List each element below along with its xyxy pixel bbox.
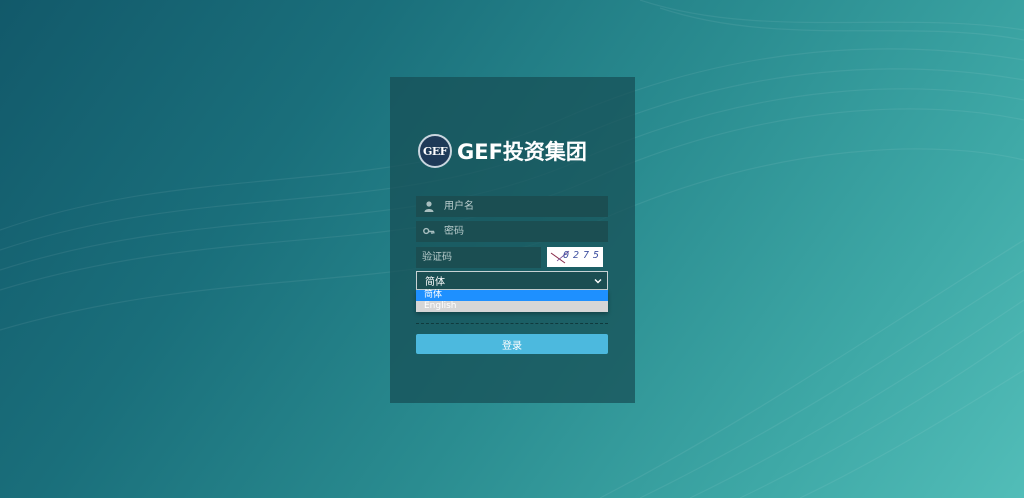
captcha-input[interactable] [422, 247, 532, 268]
password-input[interactable] [444, 221, 594, 242]
language-option-english[interactable]: English [416, 301, 608, 312]
language-dropdown: 简体 English [416, 290, 608, 312]
login-panel: GEF GEF投资集团 0275 简体 [390, 77, 635, 403]
brand-name: GEF投资集团 [457, 140, 587, 164]
user-icon [422, 200, 436, 214]
key-icon [422, 225, 436, 239]
language-select[interactable]: 简体 [416, 271, 608, 290]
captcha-field [416, 247, 541, 268]
divider [416, 323, 608, 324]
logo-emblem-text: GEF [422, 144, 448, 158]
language-option-simplified[interactable]: 简体 [416, 290, 608, 301]
logo-emblem: GEF [418, 134, 452, 168]
chevron-down-icon [594, 277, 602, 285]
language-select-value: 简体 [425, 277, 445, 288]
captcha-image[interactable]: 0275 [547, 247, 603, 267]
password-field [416, 221, 608, 242]
username-field [416, 196, 608, 217]
username-input[interactable] [444, 196, 594, 217]
brand-logo: GEF GEF投资集团 [418, 132, 587, 170]
login-button[interactable]: 登录 [416, 334, 608, 354]
captcha-code: 0275 [563, 250, 603, 261]
